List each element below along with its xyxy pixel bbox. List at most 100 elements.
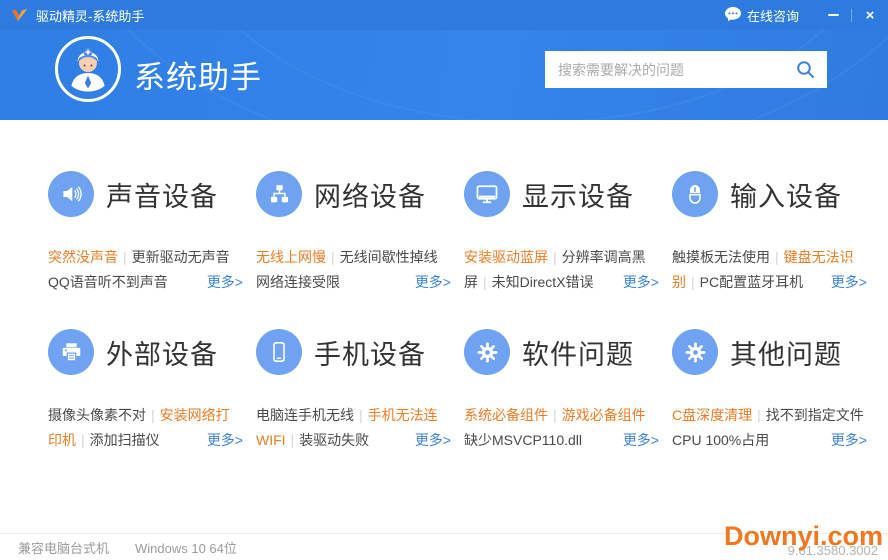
- help-link[interactable]: 游戏必备组件: [562, 407, 646, 423]
- online-support-button[interactable]: 在线咨询: [709, 0, 815, 30]
- link-separator: |: [483, 274, 487, 290]
- window-title: 驱动精灵-系统助手: [36, 8, 145, 24]
- link-separator: |: [123, 249, 127, 265]
- phone-icon: [256, 329, 302, 375]
- card-header[interactable]: 声音设备: [48, 171, 243, 217]
- card-title: 外部设备: [106, 339, 218, 370]
- card-title: 网络设备: [314, 181, 426, 212]
- help-link[interactable]: 电脑连手机无线: [256, 407, 354, 423]
- card-header[interactable]: 显示设备: [464, 171, 659, 217]
- card-links: 安装驱动蓝屏 | 分辨率调高黑屏 | 未知DirectX错误 更多>: [464, 245, 659, 295]
- link-separator: |: [359, 407, 363, 423]
- link-separator: |: [81, 432, 85, 448]
- compatibility-label: 兼容电脑台式机: [18, 540, 110, 556]
- titlebar: 驱动精灵-系统助手 在线咨询 ×: [0, 0, 888, 30]
- app-window: 驱动精灵-系统助手 在线咨询 × 系统助手 搜索需要解决的问题 声音设备 突然没…: [0, 0, 888, 560]
- help-link[interactable]: 无线上网慢: [256, 249, 326, 265]
- card-header[interactable]: 网络设备: [256, 171, 451, 217]
- page-title: 系统助手: [134, 60, 262, 95]
- card-title: 其他问题: [730, 339, 842, 370]
- more-link[interactable]: 更多>: [616, 270, 659, 295]
- card-links: 电脑连手机无线 | 手机无法连WIFI | 装驱动失败 更多>: [256, 403, 451, 453]
- help-link[interactable]: QQ语音听不到声音: [48, 274, 168, 290]
- category-card: 外部设备 摄像头像素不对 | 安装网络打印机 | 添加扫描仪 更多>: [48, 329, 243, 453]
- card-links: 摄像头像素不对 | 安装网络打印机 | 添加扫描仪 更多>: [48, 403, 243, 453]
- os-label: Windows 10 64位: [135, 540, 237, 556]
- card-header[interactable]: 手机设备: [256, 329, 451, 375]
- help-link[interactable]: PC配置蓝牙耳机: [700, 274, 803, 290]
- online-support-label: 在线咨询: [746, 8, 799, 24]
- card-links: 系统必备组件 | 游戏必备组件 缺少MSVCP110.dll 更多>: [464, 403, 659, 453]
- minimize-button[interactable]: [815, 0, 851, 30]
- more-link[interactable]: 更多>: [824, 270, 867, 295]
- help-link[interactable]: 突然没声音: [48, 249, 118, 265]
- help-link[interactable]: 未知DirectX错误: [492, 274, 594, 290]
- gear-icon: [464, 329, 510, 375]
- more-link[interactable]: 更多>: [408, 428, 451, 453]
- search-input[interactable]: [558, 61, 795, 78]
- close-icon: ×: [865, 6, 875, 24]
- category-card: 网络设备 无线上网慢 | 无线间歇性掉线 网络连接受限 更多>: [256, 171, 451, 295]
- card-header[interactable]: 其他问题: [672, 329, 867, 375]
- link-separator: |: [775, 249, 779, 265]
- search-icon[interactable]: [795, 59, 816, 80]
- link-separator: |: [553, 407, 557, 423]
- help-link[interactable]: CPU 100%占用: [672, 432, 769, 448]
- card-links: 无线上网慢 | 无线间歇性掉线 网络连接受限 更多>: [256, 245, 451, 295]
- category-card: 输入设备 触摸板无法使用 | 键盘无法识别 | PC配置蓝牙耳机 更多>: [672, 171, 867, 295]
- header: 系统助手: [0, 30, 888, 120]
- card-header[interactable]: 输入设备: [672, 171, 867, 217]
- link-separator: |: [290, 432, 295, 448]
- speaker-icon: [48, 171, 94, 217]
- category-card: 软件问题 系统必备组件 | 游戏必备组件 缺少MSVCP110.dll 更多>: [464, 329, 659, 453]
- network-icon: [256, 171, 302, 217]
- card-title: 手机设备: [314, 339, 426, 370]
- chat-bubble-icon: [724, 6, 741, 24]
- close-button[interactable]: ×: [852, 0, 888, 30]
- help-link[interactable]: 找不到指定文件: [766, 407, 864, 423]
- category-card: 手机设备 电脑连手机无线 | 手机无法连WIFI | 装驱动失败 更多>: [256, 329, 451, 453]
- more-link[interactable]: 更多>: [824, 428, 867, 453]
- help-link[interactable]: 添加扫描仪: [90, 432, 160, 448]
- printer-icon: [48, 329, 94, 375]
- card-title: 输入设备: [730, 181, 842, 212]
- help-link[interactable]: C盘深度清理: [672, 407, 752, 423]
- category-card: 其他问题 C盘深度清理 | 找不到指定文件 CPU 100%占用 更多>: [672, 329, 867, 453]
- link-separator: |: [331, 249, 335, 265]
- link-separator: |: [151, 407, 155, 423]
- help-link[interactable]: 安装驱动蓝屏: [464, 249, 548, 265]
- link-separator: |: [691, 274, 695, 290]
- help-link[interactable]: 系统必备组件: [464, 407, 548, 423]
- card-header[interactable]: 外部设备: [48, 329, 243, 375]
- titlebar-controls: 在线咨询 ×: [709, 0, 888, 30]
- help-link[interactable]: 缺少MSVCP110.dll: [464, 432, 582, 448]
- watermark: Downyi.com: [723, 521, 883, 551]
- more-link[interactable]: 更多>: [200, 270, 243, 295]
- card-header[interactable]: 软件问题: [464, 329, 659, 375]
- card-links: 突然没声音 | 更新驱动无声音 QQ语音听不到声音 更多>: [48, 245, 243, 295]
- help-link[interactable]: 无线间歇性掉线: [340, 249, 438, 265]
- help-link[interactable]: 摄像头像素不对: [48, 407, 146, 423]
- minimize-icon: [827, 14, 839, 16]
- more-link[interactable]: 更多>: [616, 428, 659, 453]
- help-link[interactable]: 触摸板无法使用: [672, 249, 770, 265]
- category-card: 显示设备 安装驱动蓝屏 | 分辨率调高黑屏 | 未知DirectX错误 更多>: [464, 171, 659, 295]
- gear-icon: [672, 329, 718, 375]
- card-links: 触摸板无法使用 | 键盘无法识别 | PC配置蓝牙耳机 更多>: [672, 245, 867, 295]
- search-box: [545, 51, 827, 88]
- card-links: C盘深度清理 | 找不到指定文件 CPU 100%占用 更多>: [672, 403, 867, 453]
- category-grid: 声音设备 突然没声音 | 更新驱动无声音 QQ语音听不到声音 更多> 网络设备 无线…: [0, 120, 888, 453]
- link-separator: |: [757, 407, 761, 423]
- more-link[interactable]: 更多>: [200, 428, 243, 453]
- help-link[interactable]: 网络连接受限: [256, 274, 340, 290]
- category-card: 声音设备 突然没声音 | 更新驱动无声音 QQ语音听不到声音 更多>: [48, 171, 243, 295]
- link-separator: |: [553, 249, 557, 265]
- monitor-icon: [464, 171, 510, 217]
- card-title: 软件问题: [522, 339, 634, 370]
- card-title: 声音设备: [106, 181, 218, 212]
- help-link[interactable]: 更新驱动无声音: [132, 249, 230, 265]
- card-title: 显示设备: [522, 181, 634, 212]
- help-link[interactable]: 装驱动失败: [299, 432, 369, 448]
- mouse-icon: [672, 171, 718, 217]
- more-link[interactable]: 更多>: [408, 270, 451, 295]
